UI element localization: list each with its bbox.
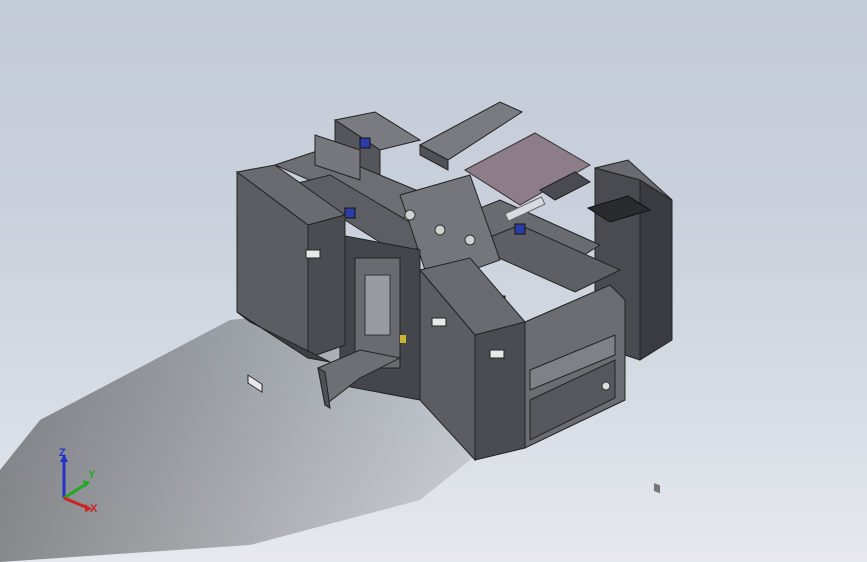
axis-triad[interactable]: Z Y X (50, 446, 110, 516)
handle-slot (305, 249, 321, 259)
handle-slot (431, 317, 447, 327)
blue-motor-icon (344, 207, 356, 219)
graphics-viewport[interactable]: Z Y X (0, 0, 867, 562)
blue-motor-icon (359, 137, 371, 149)
cad-model-scene[interactable] (0, 0, 867, 562)
right-base-frame[interactable] (524, 284, 626, 449)
z-axis-label: Z (59, 447, 66, 459)
blue-motor-icon (514, 223, 526, 235)
handle-slot (489, 349, 505, 359)
x-axis-label: X (90, 503, 98, 515)
y-axis-label: Y (88, 469, 96, 481)
pink-plate (464, 132, 592, 206)
